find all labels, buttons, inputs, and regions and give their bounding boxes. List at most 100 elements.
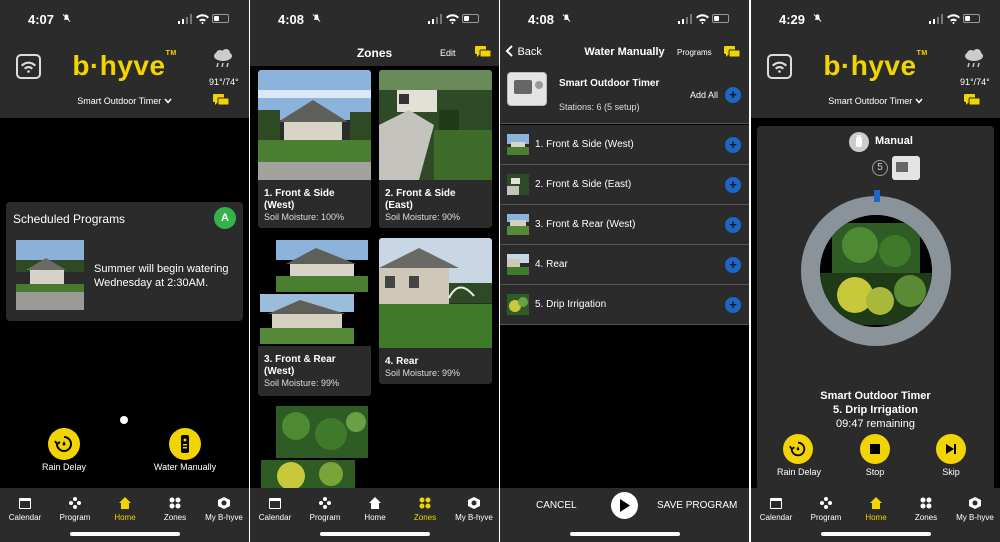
add-zone-button[interactable]: + — [725, 297, 741, 313]
zone-row-4[interactable]: 4. Rear + — [500, 245, 749, 285]
zone-moisture: Soil Moisture: 99% — [385, 368, 461, 378]
rain-delay-button[interactable] — [48, 428, 80, 460]
nav-my-bhyve[interactable]: My B-hyve — [199, 496, 249, 522]
zone-name: 3. Front & Rear (West) — [264, 354, 336, 377]
nav-program[interactable]: Program — [801, 496, 851, 522]
water-manually-button[interactable] — [169, 428, 201, 460]
wifi-status-icon — [696, 14, 709, 24]
nav-zones[interactable]: Zones — [400, 496, 450, 522]
weather-temp: 91°/74° — [209, 77, 239, 87]
remaining-time: 09:47 remaining — [836, 418, 915, 430]
hexagon-icon — [468, 497, 480, 509]
nav-calendar[interactable]: Calendar — [0, 496, 50, 522]
rain-delay-label: Rain Delay — [776, 467, 822, 477]
bell-muted-icon — [312, 14, 321, 22]
calendar-icon — [269, 498, 281, 509]
chat-icon[interactable] — [213, 94, 229, 107]
zone-card-1[interactable]: 1. Front & Side (West) Soil Moisture: 10… — [258, 70, 371, 228]
stop-button[interactable] — [860, 434, 890, 464]
station-number-badge: 5 — [872, 160, 888, 176]
bell-muted-icon — [813, 14, 822, 22]
home-icon — [870, 497, 882, 509]
home-indicator — [821, 532, 931, 536]
weather-widget[interactable]: 91°/74° — [960, 48, 990, 87]
home-indicator — [320, 532, 430, 536]
rain-cloud-icon — [965, 49, 983, 68]
nav-my-bhyve[interactable]: My B-hyve — [449, 496, 499, 522]
nav-home[interactable]: Home — [350, 496, 400, 522]
status-time: 4:08 — [528, 12, 555, 27]
nav-my-bhyve[interactable]: My B-hyve — [950, 496, 1000, 522]
program-icon — [820, 497, 832, 509]
bell-muted-icon — [562, 14, 571, 22]
status-bar: 4:29 — [751, 0, 1000, 38]
cancel-button[interactable]: CANCEL — [536, 500, 577, 511]
page-indicator-dot[interactable] — [120, 416, 128, 424]
status-bar: 4:07 — [0, 0, 249, 38]
rain-delay-button[interactable] — [783, 434, 813, 464]
zone-photo — [260, 294, 354, 344]
zone-row-5[interactable]: 5. Drip Irrigation + — [500, 285, 749, 325]
programs-link[interactable]: Programs — [677, 48, 712, 57]
zone-label: 2. Front & Side (East) — [535, 179, 632, 190]
weather-widget[interactable]: 91°/74° — [209, 48, 239, 87]
calendar-icon — [19, 498, 31, 509]
nav-zones[interactable]: Zones — [150, 496, 200, 522]
zone-card-4[interactable]: 4. Rear Soil Moisture: 99% — [379, 238, 492, 384]
battery-icon — [712, 14, 729, 23]
status-bar: 4:08 — [500, 0, 749, 38]
zone-thumbnail — [507, 214, 529, 235]
status-time: 4:07 — [28, 12, 55, 27]
chat-icon[interactable] — [724, 46, 740, 59]
zone-moisture: Soil Moisture: 90% — [385, 212, 461, 222]
nav-calendar[interactable]: Calendar — [751, 496, 801, 522]
bottom-nav: Calendar Program Home Zones My B-hyve — [751, 488, 1000, 542]
skip-icon — [946, 444, 956, 454]
zone-row-1[interactable]: 1. Front & Side (West) + — [500, 125, 749, 165]
nav-home[interactable]: Home — [851, 496, 901, 522]
add-zone-button[interactable]: + — [725, 217, 741, 233]
add-zone-button[interactable]: + — [725, 257, 741, 273]
nav-calendar[interactable]: Calendar — [250, 496, 300, 522]
program-a-badge[interactable]: A — [214, 207, 236, 229]
signal-icon — [428, 14, 442, 24]
chat-icon[interactable] — [475, 46, 491, 59]
edit-link[interactable]: Edit — [440, 48, 456, 58]
zone-photo-5b — [261, 460, 355, 488]
add-all-button[interactable]: + — [725, 87, 741, 103]
hexagon-icon — [218, 497, 230, 509]
start-button[interactable] — [611, 492, 638, 519]
device-selector[interactable]: Smart Outdoor Timer — [0, 96, 249, 106]
scheduled-programs-card[interactable]: Scheduled Programs A Summer will begin w… — [6, 202, 243, 321]
chat-icon[interactable] — [964, 94, 980, 107]
status-time: 4:08 — [278, 12, 305, 27]
nav-zones[interactable]: Zones — [901, 496, 951, 522]
nav-program[interactable]: Program — [50, 496, 100, 522]
device-selector[interactable]: Smart Outdoor Timer — [751, 96, 1000, 106]
battery-icon — [963, 14, 980, 23]
status-device-name: Smart Outdoor Timer — [820, 390, 931, 402]
zone-name: 4. Rear — [385, 356, 419, 367]
zones-icon — [920, 497, 932, 509]
program-icon — [319, 497, 331, 509]
add-zone-button[interactable]: + — [725, 137, 741, 153]
battery-icon — [212, 14, 229, 23]
add-zone-button[interactable]: + — [725, 177, 741, 193]
nav-program[interactable]: Program — [300, 496, 350, 522]
schedule-message: Summer will begin watering Wednesday at … — [94, 263, 229, 289]
add-all-label: Add All — [690, 90, 719, 100]
zone-card-2[interactable]: 2. Front & Side (East) Soil Moisture: 90… — [379, 70, 492, 228]
skip-label: Skip — [942, 467, 960, 477]
program-icon — [69, 497, 81, 509]
zone-row-3[interactable]: 3. Front & Rear (West) + — [500, 205, 749, 245]
wifi-status-icon — [196, 14, 209, 24]
nav-home[interactable]: Home — [100, 496, 150, 522]
zone-card-3[interactable]: 3. Front & Rear (West) Soil Moisture: 99… — [258, 238, 371, 396]
save-program-button[interactable]: SAVE PROGRAM — [657, 500, 737, 511]
zone-row-2[interactable]: 2. Front & Side (East) + — [500, 165, 749, 205]
skip-button[interactable] — [936, 434, 966, 464]
zone-photo — [276, 240, 368, 292]
battery-icon — [462, 14, 479, 23]
home-indicator — [70, 532, 180, 536]
timer-device-image — [892, 156, 920, 180]
